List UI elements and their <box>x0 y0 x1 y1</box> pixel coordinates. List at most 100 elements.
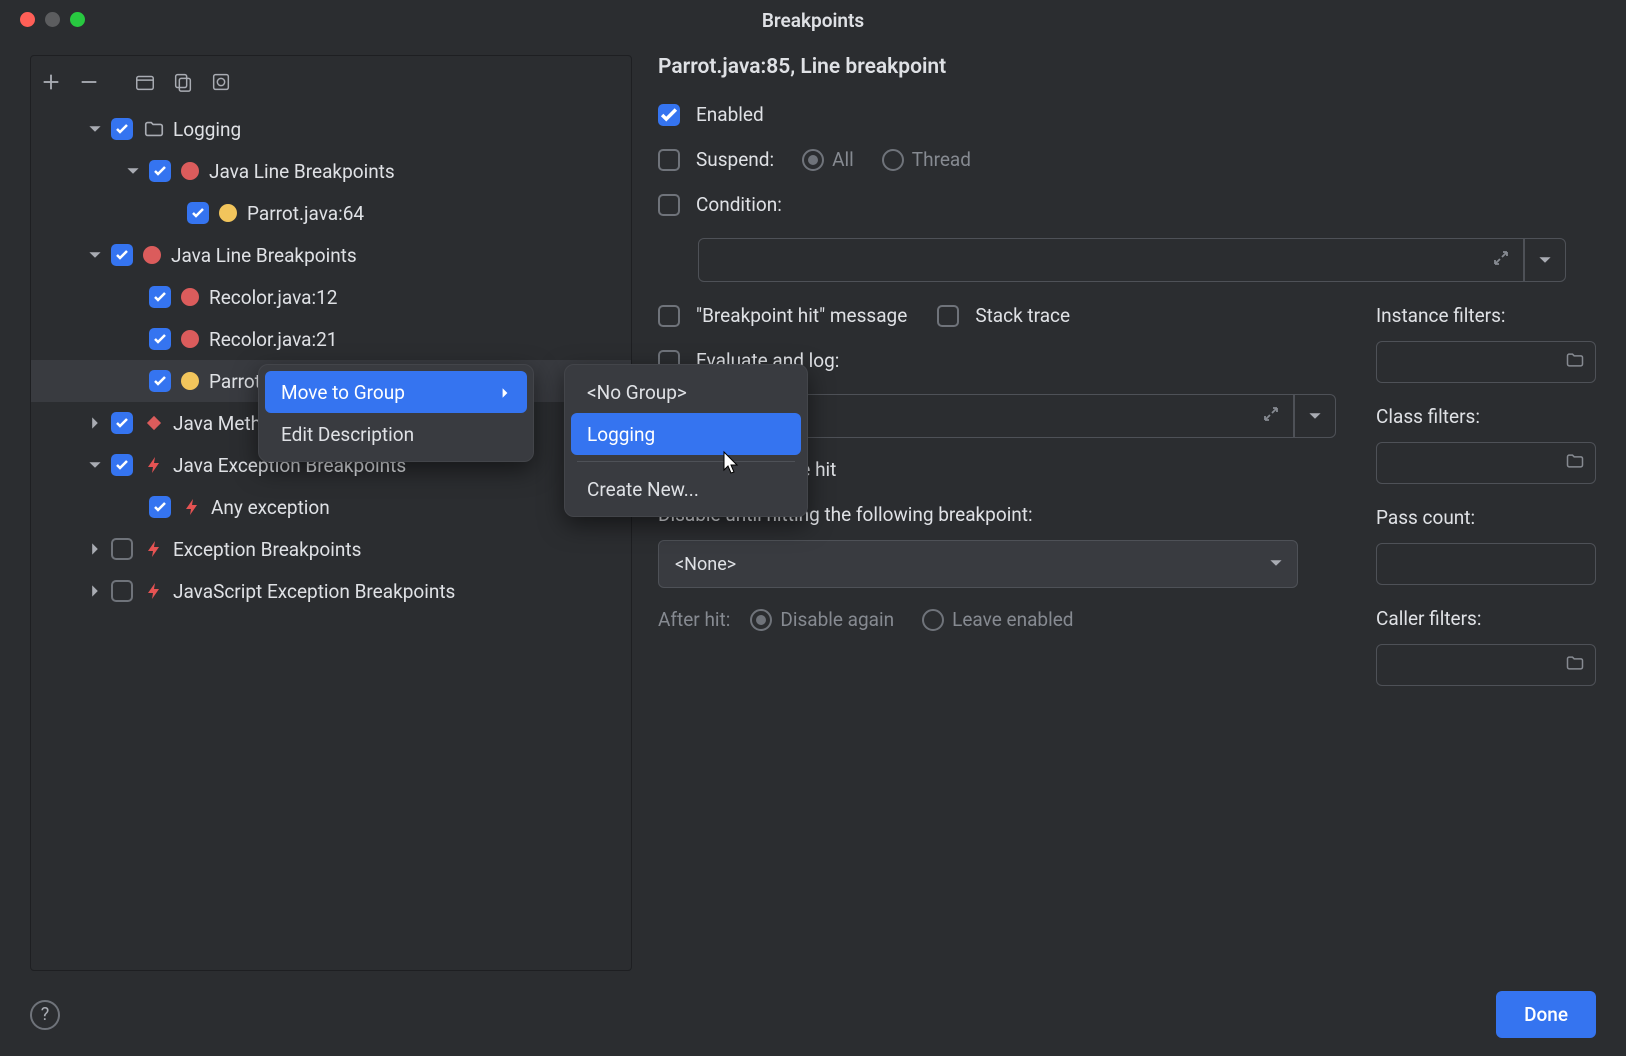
browse-icon[interactable] <box>1565 350 1585 375</box>
tree-category-java-line-sub[interactable]: Java Line Breakpoints <box>31 150 631 192</box>
detail-title: Parrot.java:85, Line breakpoint <box>658 55 1596 79</box>
tree-item-parrot-64[interactable]: Parrot.java:64 <box>31 192 631 234</box>
leave-enabled-label: Leave enabled <box>952 608 1073 631</box>
tree-label: JavaScript Exception Breakpoints <box>173 580 455 603</box>
enabled-checkbox[interactable] <box>658 104 680 126</box>
chevron-down-icon[interactable] <box>85 245 105 265</box>
add-breakpoint-button[interactable] <box>35 68 67 96</box>
group-by-package-button[interactable] <box>129 68 161 96</box>
menu-item-label: Create New... <box>587 478 699 501</box>
tree-item-recolor-21[interactable]: Recolor.java:21 <box>31 318 631 360</box>
window-controls <box>20 12 85 27</box>
checkbox[interactable] <box>149 496 171 518</box>
tree-label: Recolor.java:12 <box>209 286 337 309</box>
exception-breakpoint-icon <box>143 454 165 476</box>
disable-again-radio[interactable] <box>750 609 772 631</box>
disable-again-label: Disable again <box>780 608 894 631</box>
bottom-bar: ? Done <box>0 991 1626 1038</box>
minimize-window-icon[interactable] <box>45 12 60 27</box>
menu-item-edit-description[interactable]: Edit Description <box>265 413 527 455</box>
caller-filters-input[interactable] <box>1376 644 1596 686</box>
caller-filters-row: Caller filters: <box>1376 607 1596 630</box>
tree-group-logging[interactable]: Logging <box>31 108 631 150</box>
bp-hit-checkbox[interactable] <box>658 305 680 327</box>
chevron-right-icon <box>469 381 511 404</box>
suspend-all-label: All <box>832 148 854 171</box>
suspend-thread-radio[interactable] <box>882 149 904 171</box>
done-button[interactable]: Done <box>1496 991 1596 1038</box>
browse-icon[interactable] <box>1565 653 1585 678</box>
bp-hit-label: "Breakpoint hit" message <box>696 304 907 327</box>
tree-label: Java Line Breakpoints <box>209 160 395 183</box>
condition-input[interactable] <box>698 238 1524 282</box>
checkbox[interactable] <box>187 202 209 224</box>
checkbox[interactable] <box>111 244 133 266</box>
disable-until-value: <None> <box>675 554 736 575</box>
breakpoints-tree-panel: Logging Java Line Breakpoints Parrot.jav… <box>30 55 632 971</box>
bp-hit-row: "Breakpoint hit" message Stack trace <box>658 304 1336 327</box>
tree-label: Parrot.java:64 <box>247 202 364 225</box>
checkbox[interactable] <box>111 118 133 140</box>
breakpoint-suspend-icon <box>181 372 199 390</box>
condition-checkbox[interactable] <box>658 194 680 216</box>
close-window-icon[interactable] <box>20 12 35 27</box>
menu-item-no-group[interactable]: <No Group> <box>571 371 801 413</box>
help-button[interactable]: ? <box>30 1000 60 1030</box>
checkbox[interactable] <box>111 538 133 560</box>
chevron-down-icon[interactable] <box>85 455 105 475</box>
maximize-window-icon[interactable] <box>70 12 85 27</box>
class-filters-row: Class filters: <box>1376 405 1596 428</box>
chevron-down-icon[interactable] <box>85 119 105 139</box>
tree-category-exception-bp[interactable]: Exception Breakpoints <box>31 528 631 570</box>
condition-dropdown[interactable] <box>1524 238 1566 282</box>
tree-category-java-line[interactable]: Java Line Breakpoints <box>31 234 631 276</box>
instance-filters-row: Instance filters: <box>1376 304 1596 327</box>
menu-item-create-new[interactable]: Create New... <box>571 468 801 510</box>
disable-until-select[interactable]: <None> <box>658 540 1298 588</box>
chevron-right-icon[interactable] <box>85 581 105 601</box>
expand-icon[interactable] <box>1491 248 1511 273</box>
tree-category-js-exception-bp[interactable]: JavaScript Exception Breakpoints <box>31 570 631 612</box>
suspend-row: Suspend: All Thread <box>658 148 1596 171</box>
menu-item-logging[interactable]: Logging <box>571 413 801 455</box>
checkbox[interactable] <box>111 454 133 476</box>
checkbox[interactable] <box>111 412 133 434</box>
tree-label: Java Line Breakpoints <box>171 244 357 267</box>
context-menu: Move to Group Edit Description <box>258 364 534 462</box>
group-by-file-button[interactable] <box>167 68 199 96</box>
instance-filters-input[interactable] <box>1376 341 1596 383</box>
view-breakpoints-button[interactable] <box>205 68 237 96</box>
breakpoint-icon <box>181 162 199 180</box>
checkbox[interactable] <box>111 580 133 602</box>
exception-breakpoint-icon <box>143 538 165 560</box>
tree-label: Exception Breakpoints <box>173 538 361 561</box>
chevron-right-icon[interactable] <box>85 413 105 433</box>
stack-trace-checkbox[interactable] <box>937 305 959 327</box>
after-hit-row: After hit: Disable again Leave enabled <box>658 608 1336 631</box>
instance-filters-label: Instance filters: <box>1376 304 1506 327</box>
checkbox[interactable] <box>149 370 171 392</box>
chevron-down-icon[interactable] <box>123 161 143 181</box>
remove-breakpoint-button[interactable] <box>73 68 105 96</box>
leave-enabled-radio[interactable] <box>922 609 944 631</box>
breakpoints-tree: Logging Java Line Breakpoints Parrot.jav… <box>31 106 631 614</box>
browse-icon[interactable] <box>1565 451 1585 476</box>
suspend-checkbox[interactable] <box>658 149 680 171</box>
expand-icon[interactable] <box>1261 404 1281 429</box>
menu-divider <box>577 461 795 462</box>
tree-item-recolor-12[interactable]: Recolor.java:12 <box>31 276 631 318</box>
menu-item-move-to-group[interactable]: Move to Group <box>265 371 527 413</box>
suspend-all-radio[interactable] <box>802 149 824 171</box>
condition-label: Condition: <box>696 193 782 216</box>
tree-item-any-exception[interactable]: Any exception <box>31 486 631 528</box>
class-filters-input[interactable] <box>1376 442 1596 484</box>
window-title: Breakpoints <box>762 9 864 32</box>
breakpoint-icon <box>181 330 199 348</box>
checkbox[interactable] <box>149 328 171 350</box>
chevron-right-icon[interactable] <box>85 539 105 559</box>
pass-count-input[interactable] <box>1376 543 1596 585</box>
checkbox[interactable] <box>149 286 171 308</box>
tree-label: Any exception <box>211 496 330 519</box>
checkbox[interactable] <box>149 160 171 182</box>
evaluate-dropdown[interactable] <box>1294 394 1336 438</box>
